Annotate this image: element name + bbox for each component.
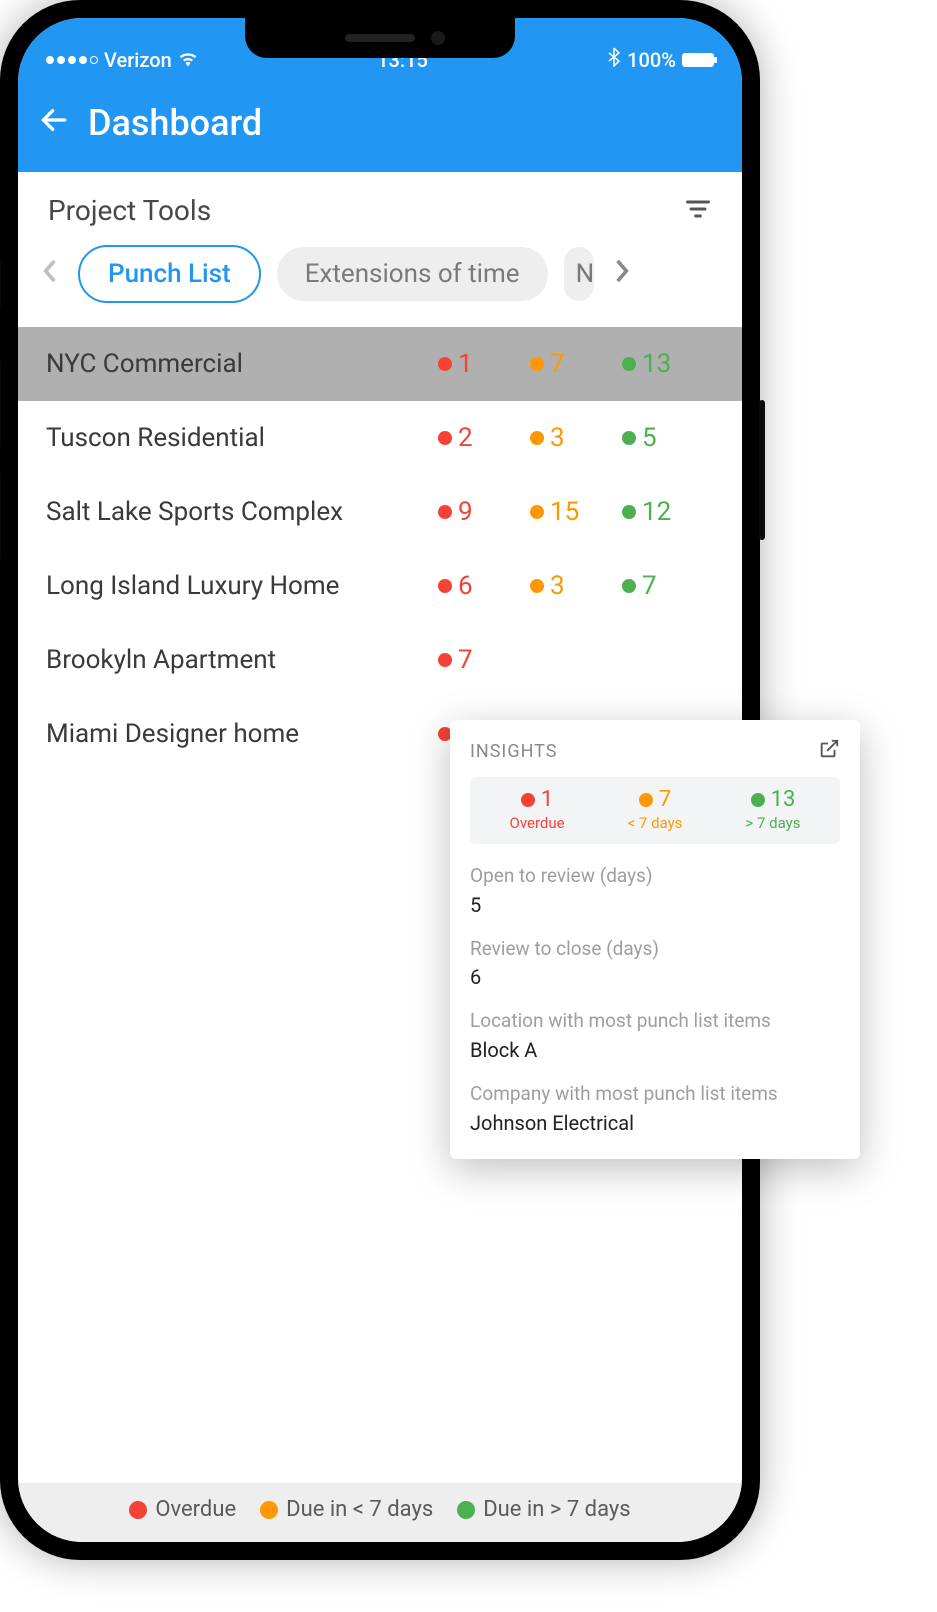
- legend-gt7: Due in > 7 days: [457, 1497, 630, 1522]
- section-header: Project Tools: [18, 172, 742, 245]
- project-name: Tuscon Residential: [46, 423, 438, 453]
- project-row[interactable]: Salt Lake Sports Complex 9 15 12: [18, 475, 742, 549]
- side-button: [0, 260, 1, 310]
- wifi-icon: [178, 48, 198, 72]
- notch: [245, 18, 515, 58]
- side-button: [759, 400, 765, 540]
- field-open-review: Open to review (days) 5: [470, 864, 840, 917]
- stat-overdue: 6: [438, 571, 530, 601]
- status-right: 100%: [607, 47, 714, 72]
- signal-icon: [46, 56, 98, 64]
- summary-gt7: 13 > 7 days: [745, 787, 800, 832]
- project-name: Salt Lake Sports Complex: [46, 497, 438, 527]
- carrier-label: Verizon: [104, 48, 172, 72]
- back-button[interactable]: [38, 104, 70, 142]
- chip-next[interactable]: N: [564, 247, 594, 301]
- battery-icon: [682, 53, 714, 67]
- legend-footer: Overdue Due in < 7 days Due in > 7 days: [18, 1483, 742, 1542]
- section-title: Project Tools: [48, 194, 211, 227]
- project-row[interactable]: Long Island Luxury Home 6 3 7: [18, 549, 742, 623]
- stat-gt7: 5: [622, 423, 714, 453]
- stat-lt7: 7: [530, 349, 622, 379]
- insights-card: INSIGHTS 1 Overdue 7 < 7 days 13 > 7 day…: [450, 720, 860, 1159]
- field-review-close: Review to close (days) 6: [470, 937, 840, 990]
- stat-overdue: 9: [438, 497, 530, 527]
- summary-overdue: 1 Overdue: [510, 787, 565, 832]
- open-external-icon[interactable]: [818, 738, 840, 765]
- side-button: [0, 360, 1, 450]
- summary-lt7: 7 < 7 days: [628, 787, 683, 832]
- insights-title: INSIGHTS: [470, 741, 557, 762]
- legend-lt7: Due in < 7 days: [260, 1497, 433, 1522]
- project-row[interactable]: Brookyln Apartment 7: [18, 623, 742, 697]
- front-camera: [431, 31, 445, 45]
- stat-overdue: 7: [438, 645, 530, 675]
- app-bar: Dashboard: [18, 78, 742, 172]
- page-title: Dashboard: [88, 102, 262, 144]
- stat-overdue: 2: [438, 423, 530, 453]
- side-button: [0, 470, 1, 560]
- chip-extensions[interactable]: Extensions of time: [277, 247, 548, 301]
- stat-overdue: 1: [438, 349, 530, 379]
- project-row[interactable]: Tuscon Residential 2 3 5: [18, 401, 742, 475]
- project-name: Brookyln Apartment: [46, 645, 438, 675]
- field-company: Company with most punch list items Johns…: [470, 1082, 840, 1135]
- bluetooth-icon: [607, 47, 621, 72]
- project-name: NYC Commercial: [46, 349, 438, 379]
- stat-gt7: 7: [622, 571, 714, 601]
- chip-punch-list[interactable]: Punch List: [78, 245, 261, 303]
- filter-icon[interactable]: [684, 195, 712, 227]
- field-location: Location with most punch list items Bloc…: [470, 1009, 840, 1062]
- stat-gt7: 12: [622, 497, 714, 527]
- chips-row: Punch List Extensions of time N: [18, 245, 742, 327]
- insights-summary: 1 Overdue 7 < 7 days 13 > 7 days: [470, 777, 840, 844]
- speaker: [345, 34, 415, 42]
- status-left: Verizon: [46, 48, 198, 72]
- legend-overdue: Overdue: [129, 1497, 236, 1522]
- project-name: Long Island Luxury Home: [46, 571, 438, 601]
- chevron-right-icon[interactable]: [610, 258, 634, 291]
- project-list: NYC Commercial 1 7 13 Tuscon Residential…: [18, 327, 742, 771]
- project-name: Miami Designer home: [46, 719, 438, 749]
- project-row[interactable]: NYC Commercial 1 7 13: [18, 327, 742, 401]
- stat-gt7: 13: [622, 349, 714, 379]
- stat-lt7: 3: [530, 423, 622, 453]
- chevron-left-icon[interactable]: [38, 258, 62, 291]
- stat-lt7: 15: [530, 497, 622, 527]
- battery-pct: 100%: [627, 48, 676, 72]
- stat-lt7: 3: [530, 571, 622, 601]
